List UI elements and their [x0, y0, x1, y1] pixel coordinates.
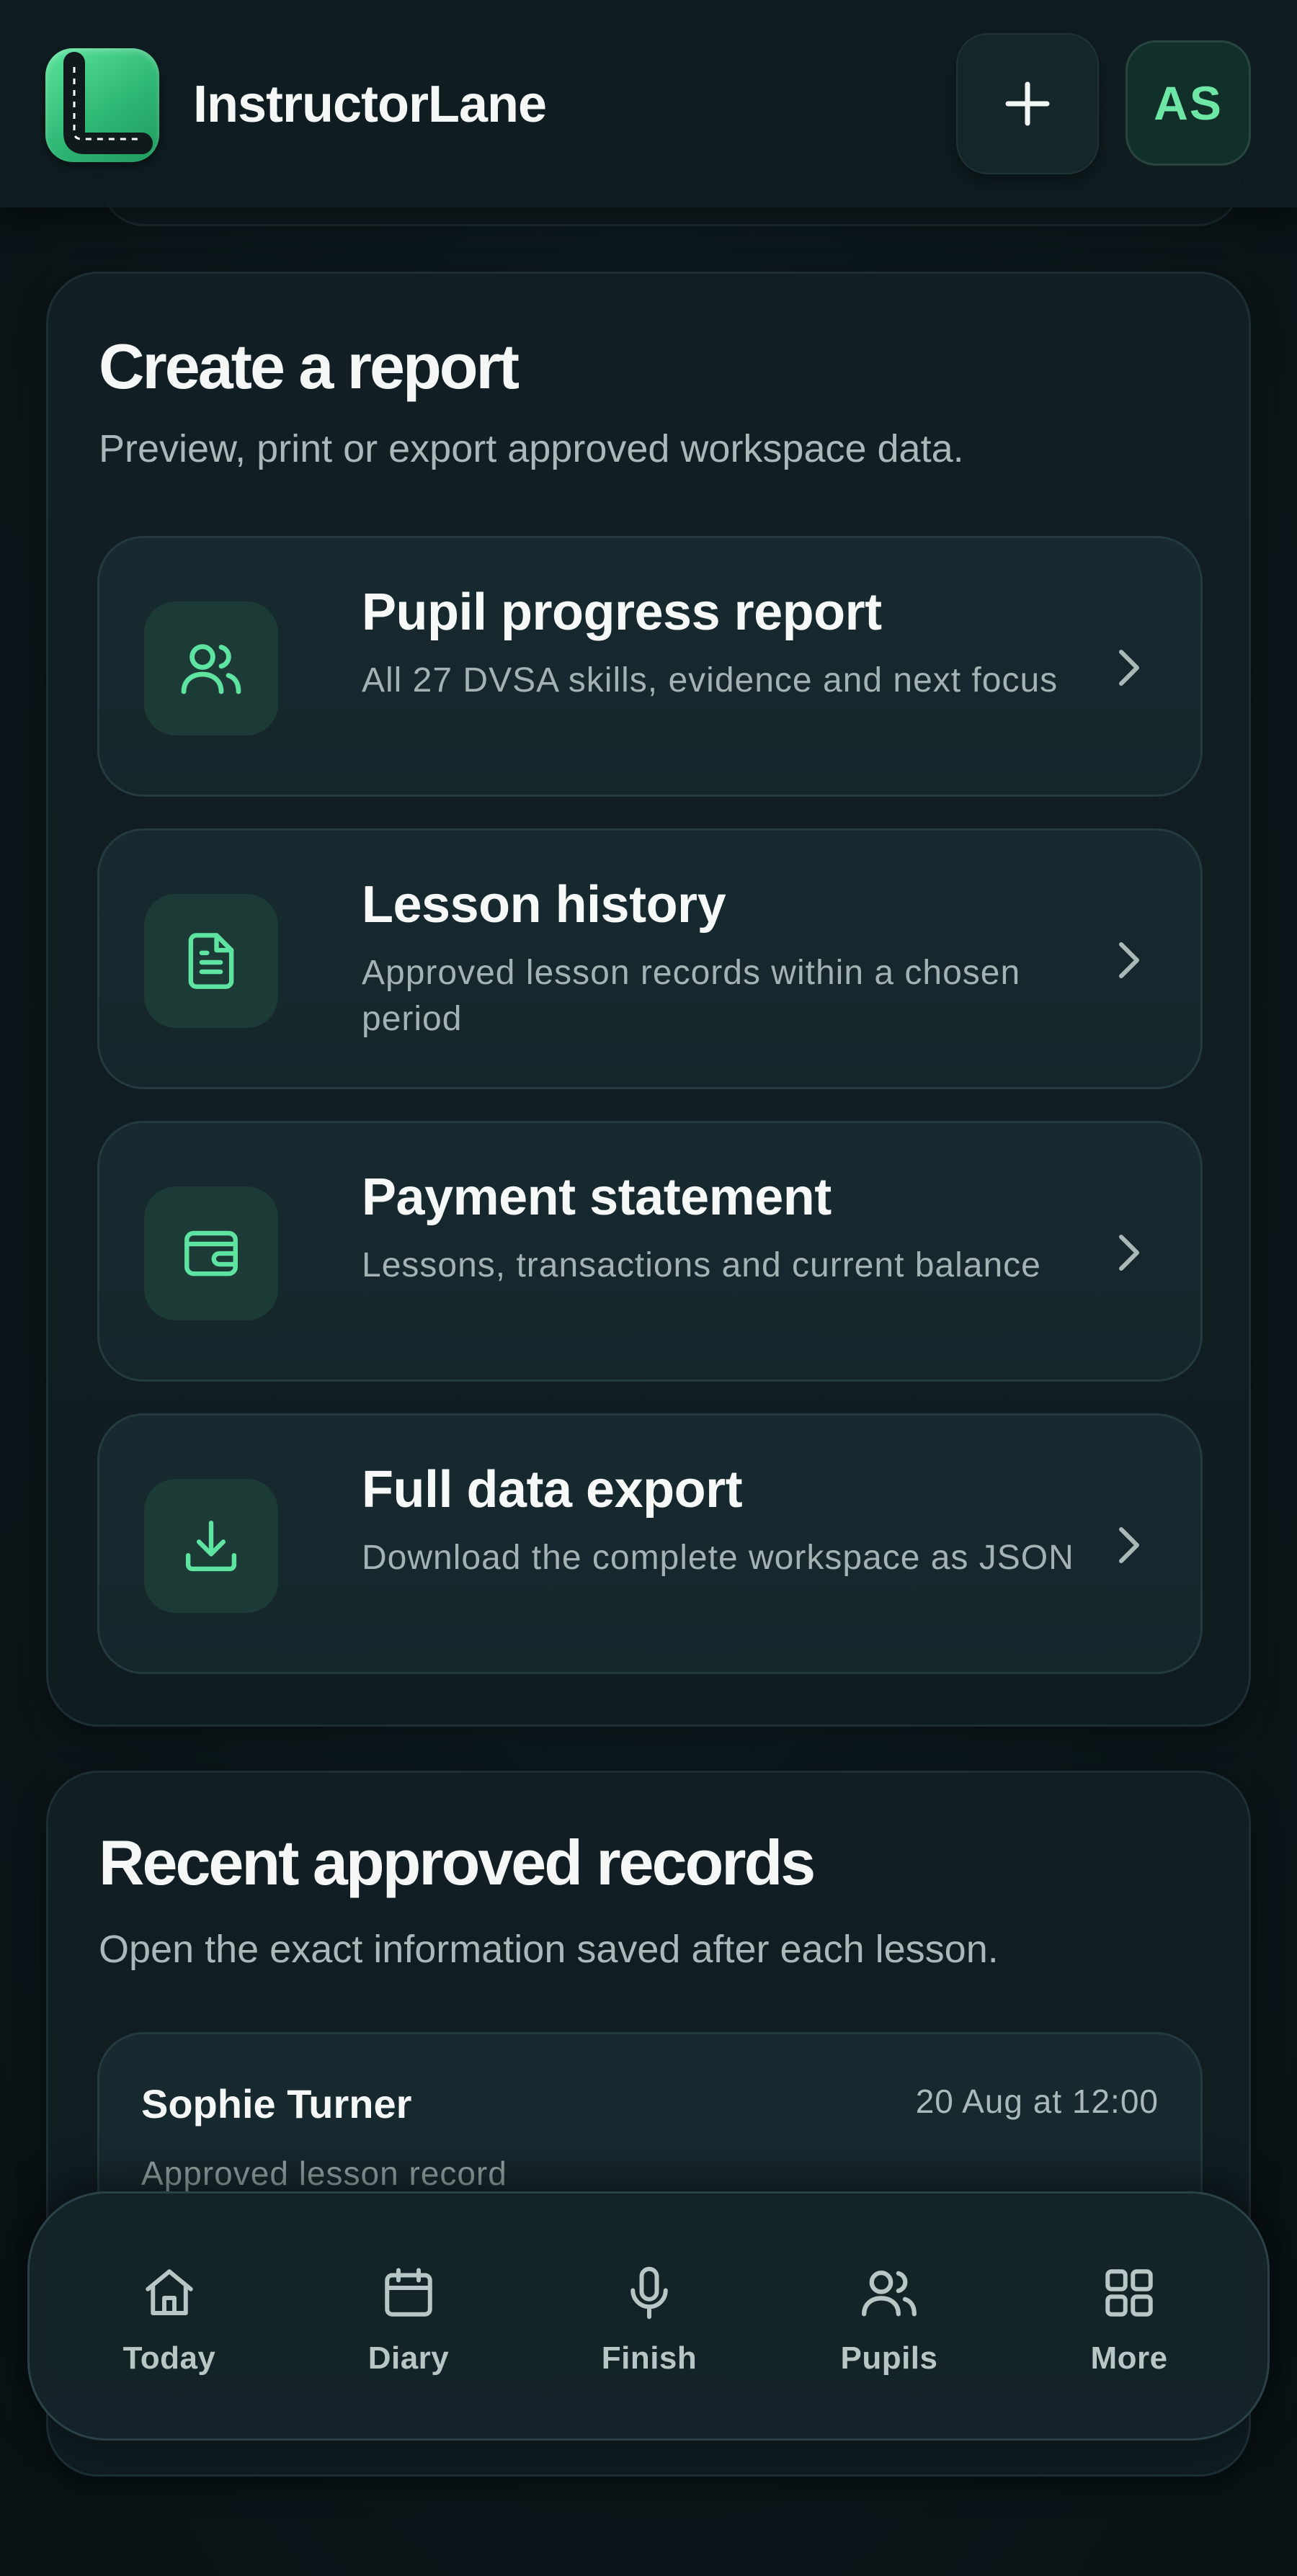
report-item-title: Pupil progress report	[362, 583, 882, 641]
download-icon	[185, 1520, 237, 1572]
report-item-icon-box	[144, 601, 278, 735]
recent-records-subtitle: Open the exact information saved after e…	[99, 1928, 999, 1971]
nav-label: Finish	[601, 2340, 697, 2376]
create-report-title: Create a report	[99, 331, 520, 402]
report-item-icon-box	[144, 1186, 278, 1320]
report-item-full-data-export[interactable]: Full data export Download the complete w…	[97, 1413, 1203, 1674]
app-brand-name: InstructorLane	[193, 76, 547, 133]
chevron-right-icon	[1119, 1235, 1139, 1271]
create-report-subtitle: Preview, print or export approved worksp…	[99, 427, 964, 470]
add-button[interactable]	[956, 33, 1099, 174]
nav-label: Pupils	[840, 2340, 938, 2376]
chevron-right-icon	[1119, 1527, 1139, 1563]
record-status: Approved lesson record	[141, 2155, 507, 2192]
nav-item-finish[interactable]: Finish	[563, 2260, 736, 2397]
road-logo-icon	[63, 52, 153, 154]
report-item-description: Download the complete workspace as JSON	[362, 1539, 1074, 1577]
nav-item-more[interactable]: More	[1043, 2260, 1216, 2397]
grid-icon	[1105, 2269, 1153, 2317]
report-item-icon-box	[144, 1479, 278, 1613]
report-item-title: Full data export	[362, 1461, 743, 1519]
nav-label: Today	[122, 2340, 216, 2376]
app-header: InstructorLane AS	[0, 0, 1297, 207]
bottom-nav: Today Diary Finish Pupils More	[27, 2191, 1270, 2441]
report-item-title: Payment statement	[362, 1168, 832, 1226]
report-item-lesson-history[interactable]: Lesson history Approved lesson records w…	[97, 828, 1203, 1089]
plus-icon	[1005, 81, 1050, 126]
report-item-icon-box	[144, 894, 278, 1028]
report-item-description: Lessons, transactions and current balanc…	[362, 1246, 1041, 1284]
home-icon	[146, 2269, 193, 2315]
nav-item-diary[interactable]: Diary	[322, 2260, 495, 2397]
report-item-pupil-progress[interactable]: Pupil progress report All 27 DVSA skills…	[97, 536, 1203, 797]
chevron-right-icon	[1119, 942, 1139, 978]
user-avatar[interactable]: AS	[1126, 40, 1251, 166]
wallet-icon	[184, 1230, 238, 1276]
chevron-right-icon	[1119, 650, 1139, 686]
calendar-icon	[385, 2268, 432, 2317]
report-item-description: Approved lesson records within a chosen …	[362, 954, 1021, 1038]
nav-label: Diary	[367, 2340, 450, 2376]
users-icon	[862, 2271, 917, 2317]
record-pupil-name: Sophie Turner	[141, 2081, 412, 2126]
document-icon	[188, 933, 234, 989]
record-timestamp: 20 Aug at 12:00	[915, 2083, 1159, 2120]
report-item-title: Lesson history	[362, 876, 726, 934]
recent-records-title: Recent approved records	[99, 1827, 816, 1898]
create-report-card: Create a report Preview, print or export…	[46, 272, 1251, 1727]
microphone-icon	[630, 2266, 668, 2320]
nav-label: More	[1090, 2340, 1168, 2376]
nav-item-today[interactable]: Today	[83, 2260, 256, 2397]
app-logo[interactable]	[45, 48, 159, 162]
users-icon	[181, 644, 241, 694]
nav-item-pupils[interactable]: Pupils	[803, 2260, 976, 2397]
report-item-description: All 27 DVSA skills, evidence and next fo…	[362, 661, 1058, 699]
report-item-payment-statement[interactable]: Payment statement Lessons, transactions …	[97, 1121, 1203, 1382]
